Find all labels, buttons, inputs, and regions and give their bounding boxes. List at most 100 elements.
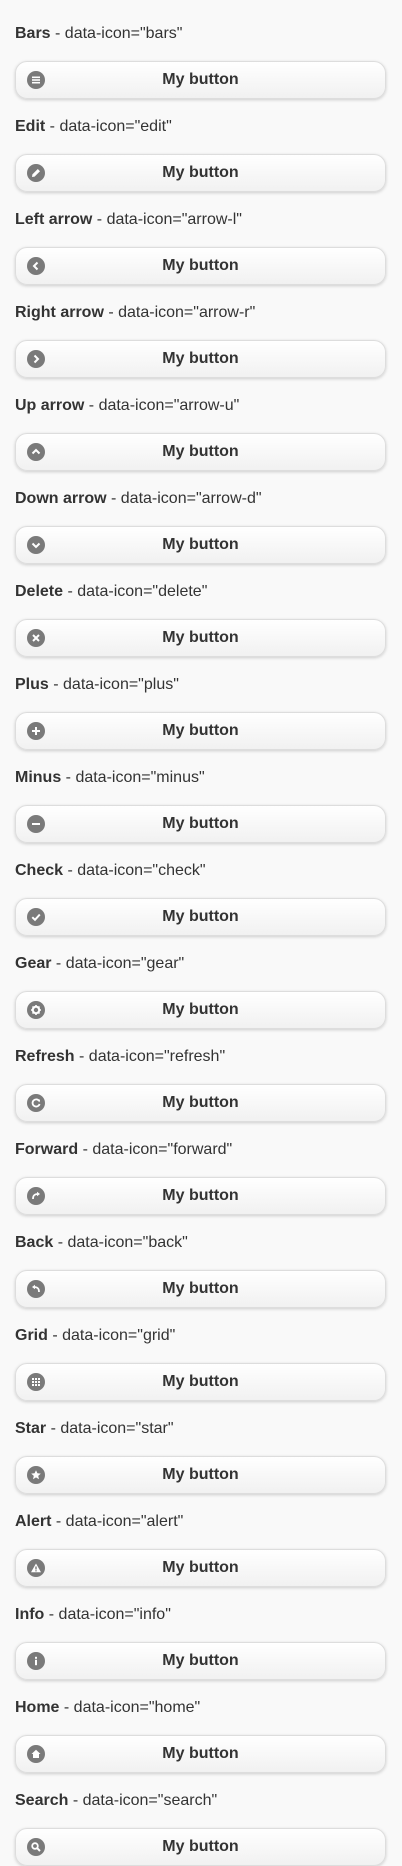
arrow-u-icon: [27, 443, 45, 461]
arrow-d-button[interactable]: My button: [15, 526, 386, 564]
button-label: My button: [162, 71, 239, 88]
section-caption: Info - data-icon="info": [15, 1605, 387, 1625]
button-label: My button: [162, 1001, 239, 1018]
button-label: My button: [162, 722, 239, 739]
section-caption: Refresh - data-icon="refresh": [15, 1047, 387, 1067]
icon-section-refresh: Refresh - data-icon="refresh" My button: [15, 1023, 387, 1122]
icon-attribute: - data-icon="arrow-u": [84, 397, 240, 414]
button-label: My button: [162, 1838, 239, 1855]
icon-attribute: - data-icon="alert": [51, 1513, 184, 1530]
icon-name: Star: [15, 1420, 47, 1437]
plus-button[interactable]: My button: [15, 712, 386, 750]
minus-button[interactable]: My button: [15, 805, 386, 843]
icon-name: Down arrow: [15, 490, 107, 507]
section-caption: Forward - data-icon="forward": [15, 1140, 387, 1160]
search-icon: [27, 1838, 45, 1856]
icon-attribute: - data-icon="arrow-l": [92, 211, 242, 228]
icon-attribute: - data-icon="forward": [78, 1141, 233, 1158]
button-label: My button: [162, 908, 239, 925]
section-caption: Gear - data-icon="gear": [15, 954, 387, 974]
search-button[interactable]: My button: [15, 1828, 386, 1866]
icon-name: Up arrow: [15, 397, 85, 414]
icon-attribute: - data-icon="arrow-d": [106, 490, 262, 507]
arrow-l-icon: [27, 257, 45, 275]
button-label: My button: [162, 164, 239, 181]
icon-section-edit: Edit - data-icon="edit" My button: [15, 93, 387, 192]
icon-section-home: Home - data-icon="home" My button: [15, 1674, 387, 1773]
home-button[interactable]: My button: [15, 1735, 386, 1773]
gear-icon: [27, 1001, 45, 1019]
section-caption: Right arrow - data-icon="arrow-r": [15, 303, 387, 323]
minus-icon: [27, 815, 45, 833]
icon-attribute: - data-icon="star": [46, 1420, 174, 1437]
bars-button[interactable]: My button: [15, 61, 386, 99]
icon-attribute: - data-icon="gear": [51, 955, 185, 972]
icon-button-list: Bars - data-icon="bars" My button Edit -…: [0, 0, 402, 1866]
section-caption: Grid - data-icon="grid": [15, 1326, 387, 1346]
icon-section-search: Search - data-icon="search" My button: [15, 1767, 387, 1866]
icon-attribute: - data-icon="grid": [47, 1327, 176, 1344]
section-caption: Minus - data-icon="minus": [15, 768, 387, 788]
icon-attribute: - data-icon="back": [53, 1234, 188, 1251]
icon-attribute: - data-icon="arrow-r": [103, 304, 256, 321]
forward-button[interactable]: My button: [15, 1177, 386, 1215]
arrow-r-icon: [27, 350, 45, 368]
icon-name: Search: [15, 1792, 69, 1809]
refresh-icon: [27, 1094, 45, 1112]
refresh-button[interactable]: My button: [15, 1084, 386, 1122]
icon-attribute: - data-icon="home": [59, 1699, 201, 1716]
check-button[interactable]: My button: [15, 898, 386, 936]
arrow-r-button[interactable]: My button: [15, 340, 386, 378]
icon-attribute: - data-icon="info": [44, 1606, 171, 1623]
back-button[interactable]: My button: [15, 1270, 386, 1308]
alert-icon: [27, 1559, 45, 1577]
section-caption: Delete - data-icon="delete": [15, 582, 387, 602]
icon-section-info: Info - data-icon="info" My button: [15, 1581, 387, 1680]
info-button[interactable]: My button: [15, 1642, 386, 1680]
section-caption: Home - data-icon="home": [15, 1698, 387, 1718]
icon-section-plus: Plus - data-icon="plus" My button: [15, 651, 387, 750]
button-label: My button: [162, 629, 239, 646]
arrow-u-button[interactable]: My button: [15, 433, 386, 471]
home-icon: [27, 1745, 45, 1763]
icon-section-star: Star - data-icon="star" My button: [15, 1395, 387, 1494]
icon-section-back: Back - data-icon="back" My button: [15, 1209, 387, 1308]
alert-button[interactable]: My button: [15, 1549, 386, 1587]
button-label: My button: [162, 1745, 239, 1762]
icon-attribute: - data-icon="edit": [45, 118, 172, 135]
button-label: My button: [162, 815, 239, 832]
icon-section-forward: Forward - data-icon="forward" My button: [15, 1116, 387, 1215]
button-label: My button: [162, 1652, 239, 1669]
icon-name: Forward: [15, 1141, 79, 1158]
delete-icon: [27, 629, 45, 647]
back-icon: [27, 1280, 45, 1298]
arrow-l-button[interactable]: My button: [15, 247, 386, 285]
section-caption: Search - data-icon="search": [15, 1791, 387, 1811]
icon-attribute: - data-icon="minus": [61, 769, 205, 786]
star-button[interactable]: My button: [15, 1456, 386, 1494]
section-caption: Up arrow - data-icon="arrow-u": [15, 396, 387, 416]
button-label: My button: [162, 1280, 239, 1297]
icon-section-alert: Alert - data-icon="alert" My button: [15, 1488, 387, 1587]
section-caption: Check - data-icon="check": [15, 861, 387, 881]
section-caption: Plus - data-icon="plus": [15, 675, 387, 695]
icon-name: Grid: [15, 1327, 48, 1344]
icon-name: Plus: [15, 676, 49, 693]
section-caption: Down arrow - data-icon="arrow-d": [15, 489, 387, 509]
forward-icon: [27, 1187, 45, 1205]
button-label: My button: [162, 1187, 239, 1204]
icon-attribute: - data-icon="search": [68, 1792, 218, 1809]
delete-button[interactable]: My button: [15, 619, 386, 657]
check-icon: [27, 908, 45, 926]
gear-button[interactable]: My button: [15, 991, 386, 1029]
icon-name: Back: [15, 1234, 54, 1251]
section-caption: Bars - data-icon="bars": [15, 24, 387, 44]
button-label: My button: [162, 257, 239, 274]
plus-icon: [27, 722, 45, 740]
section-caption: Alert - data-icon="alert": [15, 1512, 387, 1532]
grid-button[interactable]: My button: [15, 1363, 386, 1401]
edit-button[interactable]: My button: [15, 154, 386, 192]
icon-section-arrow-u: Up arrow - data-icon="arrow-u" My button: [15, 372, 387, 471]
star-icon: [27, 1466, 45, 1484]
icon-name: Refresh: [15, 1048, 75, 1065]
